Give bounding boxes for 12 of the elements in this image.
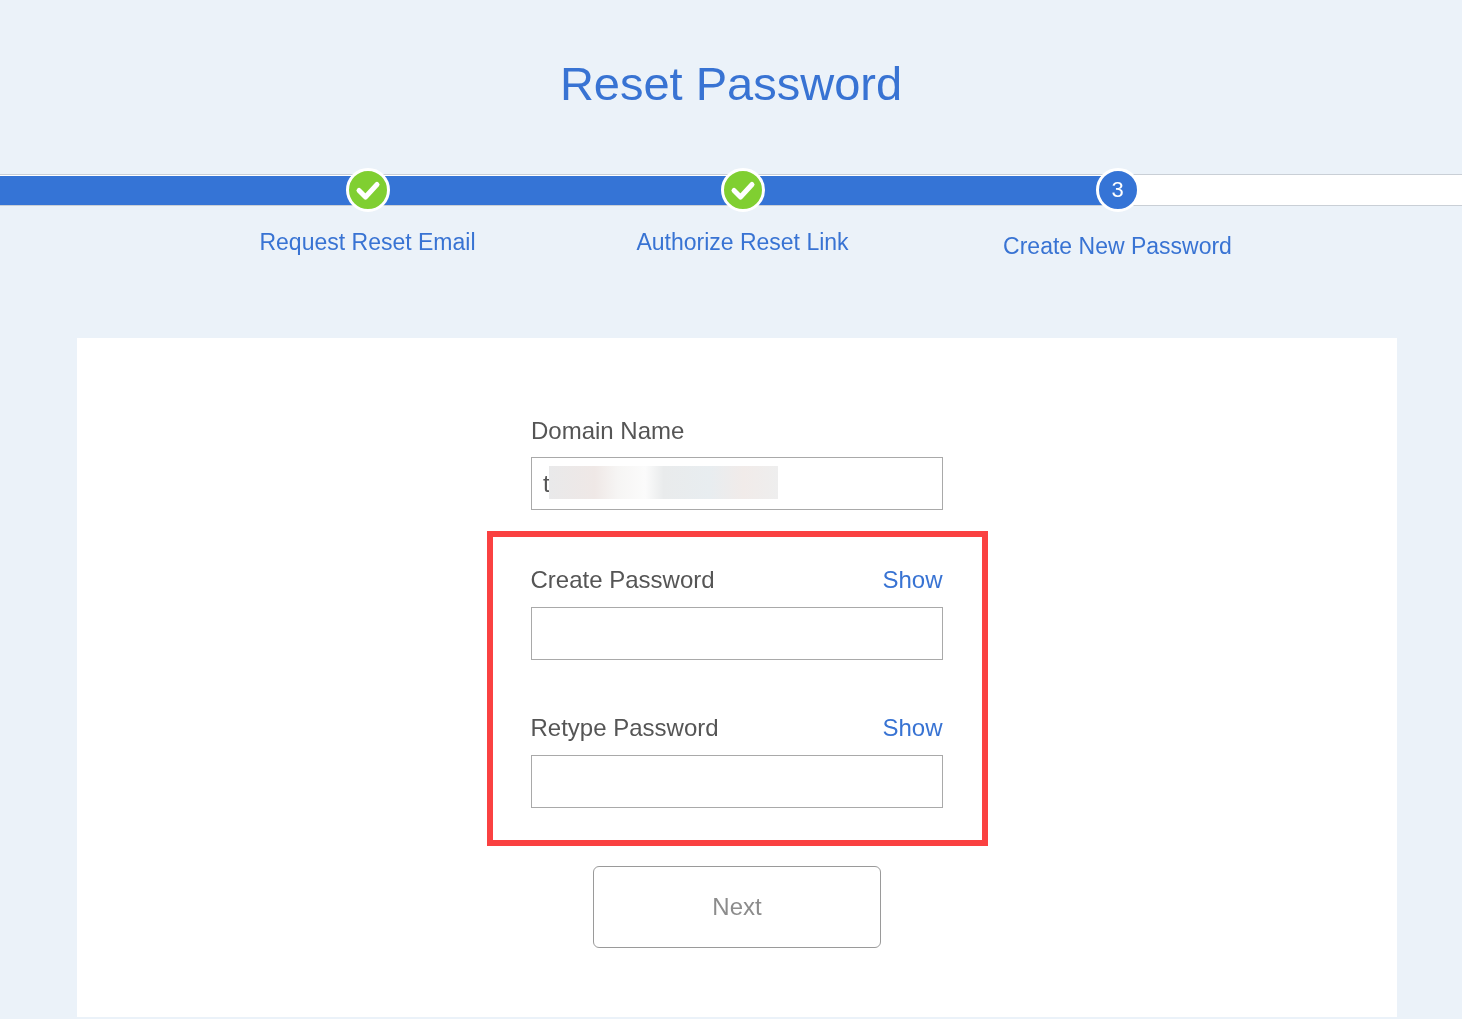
step-number: 3 [1095,168,1140,212]
step-label: Request Reset Email [259,228,476,256]
page-title: Reset Password [559,56,903,112]
field-label: Create Password [530,565,715,595]
password-field[interactable] [530,607,943,660]
step-label: Authorize Reset Link [636,228,849,256]
step-label: Create New Password [1003,232,1232,260]
show-link[interactable]: Show [882,565,943,595]
password-field[interactable] [530,755,943,808]
field-label: Retype Password [530,713,719,743]
show-link[interactable]: Show [882,713,943,743]
field-label: Domain Name [531,416,686,446]
